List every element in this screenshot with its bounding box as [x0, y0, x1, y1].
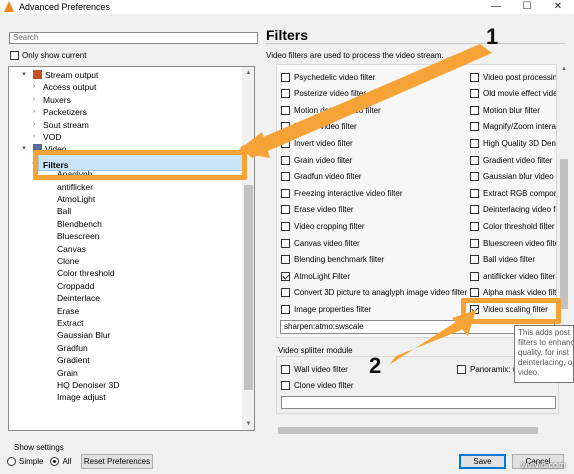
annotation-arrows — [236, 44, 492, 365]
scaling-highlight-box — [461, 298, 561, 324]
watermark: wvtvid.com — [521, 460, 566, 470]
step-badge-1: 1 — [486, 24, 499, 49]
filters-highlight-box — [33, 150, 247, 180]
arrow-2-shape — [389, 318, 469, 365]
arrow-1-shape — [240, 44, 492, 158]
step-badge-2: 2 — [369, 353, 382, 378]
